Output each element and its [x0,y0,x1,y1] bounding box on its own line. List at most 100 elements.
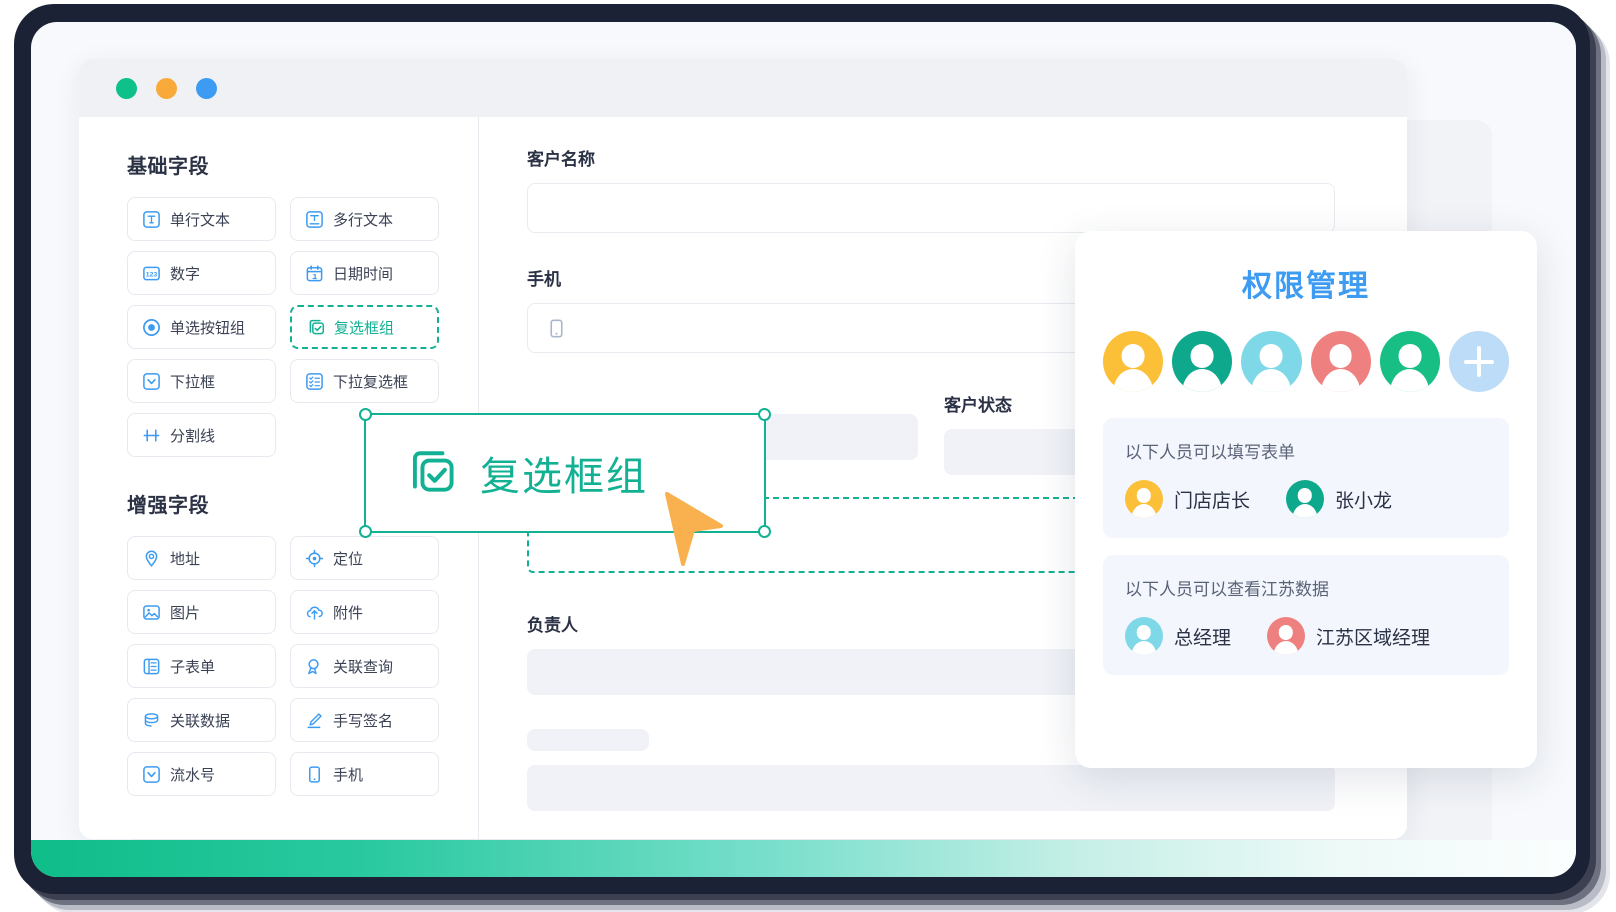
bottom-accent-bar [31,840,1576,877]
palette-item-date-time[interactable]: 日期时间 [290,251,439,295]
permission-person[interactable]: 总经理 [1125,617,1231,655]
field-group-enhanced: 地址 定位 [127,536,440,796]
dropdown-icon [142,372,161,391]
mouse-cursor-icon [663,492,725,570]
palette-item-checkbox-group[interactable]: 复选框组 [290,305,439,349]
palette-item-dropdown[interactable]: 下拉框 [127,359,276,403]
device-bezel: 基础字段 单行文本 [14,4,1590,894]
palette-item-label: 下拉框 [170,371,215,392]
checkbox-group-icon [306,318,325,337]
avatar [1125,617,1163,655]
skeleton-label [527,729,649,751]
divider-icon [142,426,161,445]
permission-person[interactable]: 门店店长 [1125,480,1250,518]
person-name: 张小龙 [1335,486,1392,513]
palette-item-label: 流水号 [170,764,215,785]
minimize-dot[interactable] [156,78,177,99]
palette-item-label: 定位 [333,548,363,569]
palette-item-multi-line-text[interactable]: 多行文本 [290,197,439,241]
drag-ghost-label: 复选框组 [480,444,648,502]
palette-item-number[interactable]: 123 数字 [127,251,276,295]
checkbox-group-icon [404,447,456,499]
person-name: 江苏区域经理 [1316,623,1430,650]
member-avatar-row [1103,331,1509,392]
mobile-phone-icon [546,318,567,339]
palette-item-label: 地址 [170,548,200,569]
permission-person[interactable]: 张小龙 [1286,480,1392,518]
resize-handle-top-right[interactable] [758,408,771,421]
palette-item-label: 下拉复选框 [333,371,408,392]
close-dot[interactable] [116,78,137,99]
maximize-dot[interactable] [196,78,217,99]
palette-item-label: 关联数据 [170,710,230,731]
palette-item-dropdown-multiselect[interactable]: 下拉复选框 [290,359,439,403]
palette-item-single-line-text[interactable]: 单行文本 [127,197,276,241]
permission-block-fill-form: 以下人员可以填写表单 门店店长 张小龙 [1103,418,1509,538]
permission-people-list: 门店店长 张小龙 [1125,480,1487,518]
palette-item-serial-number[interactable]: 流水号 [127,752,276,796]
avatar-2[interactable] [1172,331,1232,392]
add-member-button[interactable] [1449,331,1509,392]
palette-item-label: 日期时间 [333,263,393,284]
form-field-customer-name: 客户名称 [527,145,1335,233]
palette-item-label: 手写签名 [333,710,393,731]
palette-item-label: 附件 [333,602,363,623]
palette-item-label: 图片 [170,602,200,623]
attachment-upload-icon [305,603,324,622]
permission-block-view-jiangsu-data: 以下人员可以查看江苏数据 总经理 江苏区域经理 [1103,555,1509,675]
image-icon [142,603,161,622]
palette-item-sub-form[interactable]: 子表单 [127,644,276,688]
person-name: 门店店长 [1174,486,1250,513]
resize-handle-top-left[interactable] [359,408,372,421]
resize-handle-bottom-right[interactable] [758,525,771,538]
screenshot-stage: 基础字段 单行文本 [0,0,1616,912]
palette-item-label: 复选框组 [334,317,394,338]
device-screen: 基础字段 单行文本 [31,22,1576,877]
radio-button-group-icon [142,318,161,337]
signature-pen-icon [305,711,324,730]
customer-name-input[interactable] [527,183,1335,233]
serial-number-icon [142,765,161,784]
palette-item-label: 多行文本 [333,209,393,230]
palette-item-divider[interactable]: 分割线 [127,413,276,457]
permission-panel-title: 权限管理 [1103,261,1509,305]
date-time-icon [305,264,324,283]
palette-item-radio-button-group[interactable]: 单选按钮组 [127,305,276,349]
permission-people-list: 总经理 江苏区域经理 [1125,617,1487,655]
field-group-title-basic: 基础字段 [127,150,478,179]
permission-person[interactable]: 江苏区域经理 [1267,617,1430,655]
skeleton-input[interactable] [527,765,1335,811]
palette-item-image[interactable]: 图片 [127,590,276,634]
palette-item-signature[interactable]: 手写签名 [290,698,439,742]
palette-item-mobile-phone[interactable]: 手机 [290,752,439,796]
permission-management-panel: 权限管理 [1075,231,1537,768]
palette-item-address[interactable]: 地址 [127,536,276,580]
palette-item-attachment[interactable]: 附件 [290,590,439,634]
window-titlebar [79,59,1407,117]
avatar-5[interactable] [1380,331,1440,392]
number-icon: 123 [142,264,161,283]
svg-text:123: 123 [146,271,158,278]
palette-item-related-data[interactable]: 关联数据 [127,698,276,742]
palette-item-label: 分割线 [170,425,215,446]
avatar [1286,480,1324,518]
multi-line-text-icon [305,210,324,229]
avatar-3[interactable] [1241,331,1301,392]
sub-form-icon [142,657,161,676]
avatar-1[interactable] [1103,331,1163,392]
palette-item-related-query[interactable]: 关联查询 [290,644,439,688]
palette-item-label: 数字 [170,263,200,284]
palette-item-label: 子表单 [170,656,215,677]
mobile-phone-icon [305,765,324,784]
address-pin-icon [142,549,161,568]
dropdown-multiselect-icon [305,372,324,391]
palette-item-location[interactable]: 定位 [290,536,439,580]
permission-description: 以下人员可以查看江苏数据 [1125,575,1487,600]
permission-description: 以下人员可以填写表单 [1125,438,1487,463]
palette-item-label: 关联查询 [333,656,393,677]
field-label: 客户名称 [527,145,1335,170]
person-name: 总经理 [1174,623,1231,650]
resize-handle-bottom-left[interactable] [359,525,372,538]
avatar-4[interactable] [1311,331,1371,392]
palette-item-label: 单选按钮组 [170,317,245,338]
